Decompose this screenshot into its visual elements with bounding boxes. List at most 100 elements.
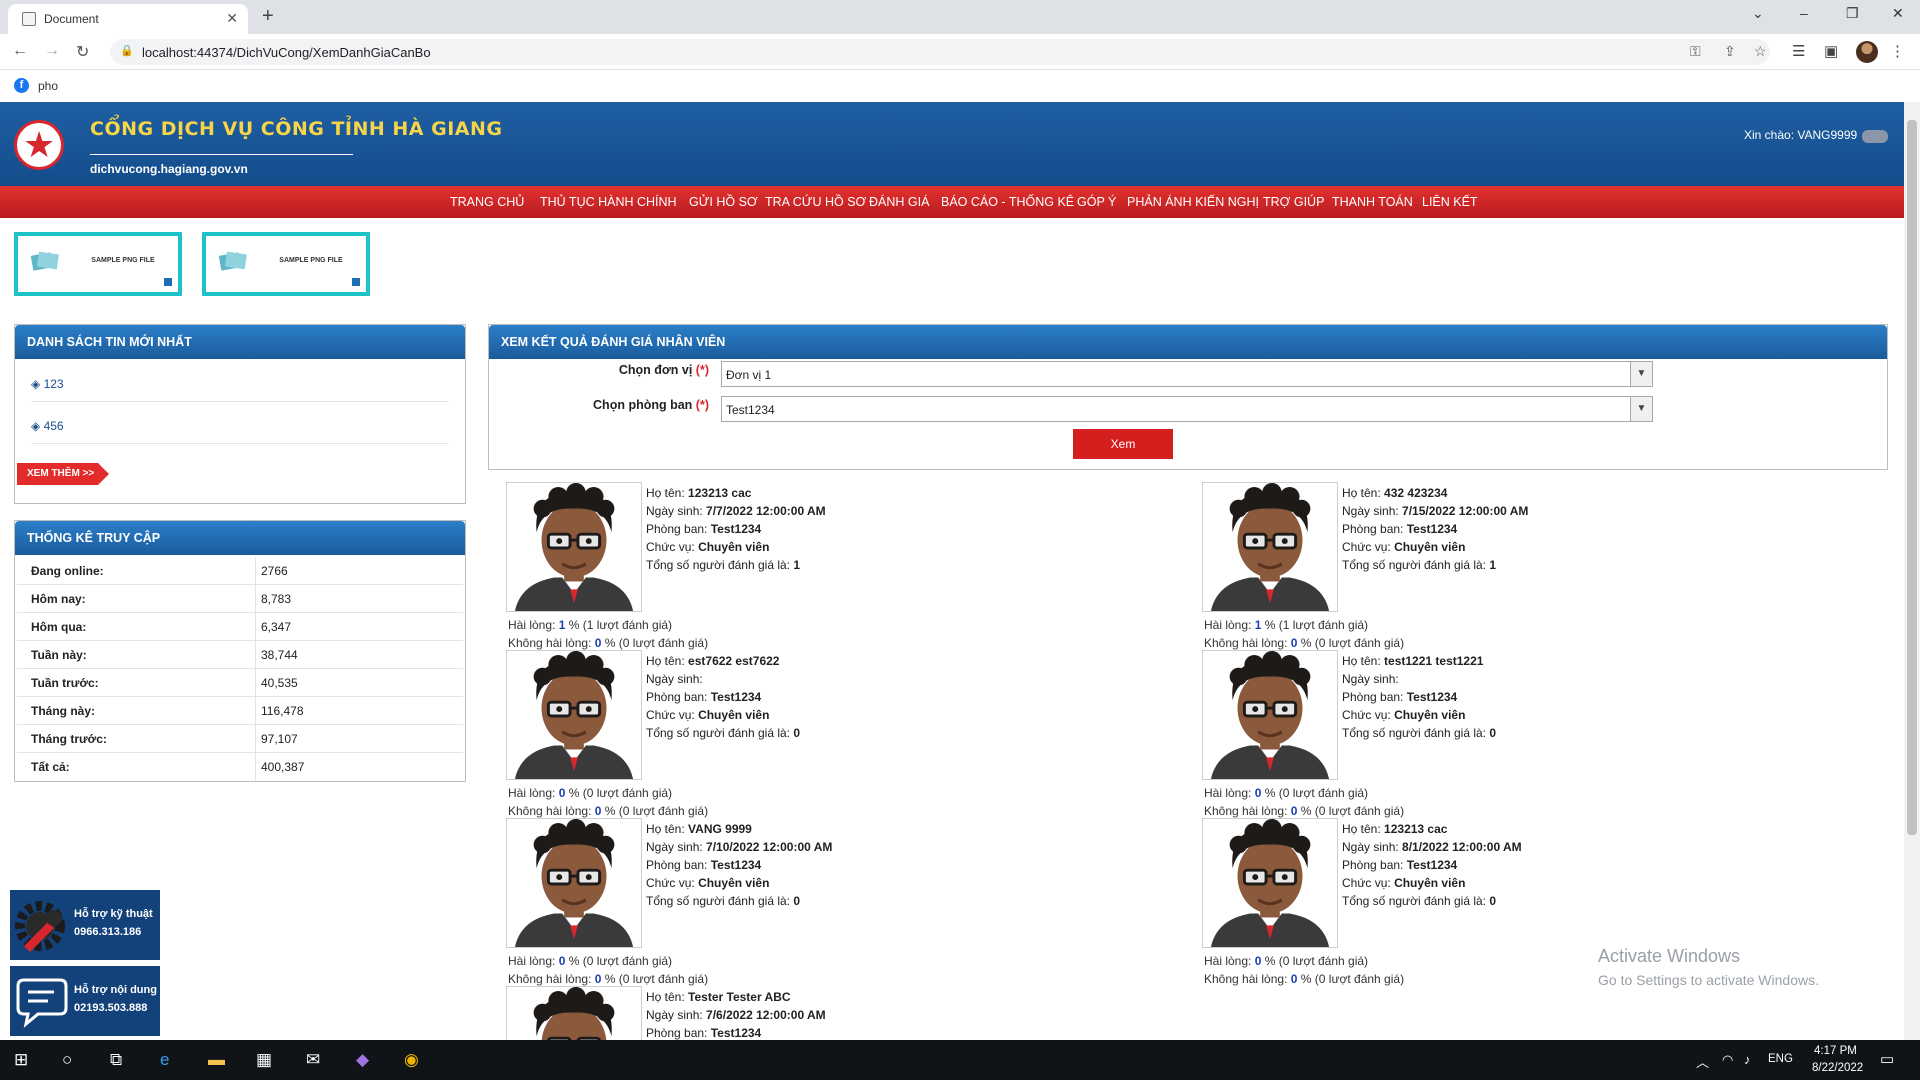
stats-label: Tuần này: [31,648,87,662]
view-button[interactable]: Xem [1073,429,1173,459]
employee-dob: 7/10/2022 12:00:00 AM [706,840,833,854]
name-label: Họ tên: [1342,654,1381,668]
windows-start-icon[interactable]: ⊞ [14,1050,28,1070]
banner-ad[interactable]: SAMPLE PNG FILE [202,232,370,296]
unsatisfied-rate: Không hài lòng: 0 % (0 lượt đánh giá) [508,636,708,650]
nav-item-procedures[interactable]: THỦ TỤC HÀNH CHÍNH [540,195,677,209]
tech-support-widget[interactable]: Hỗ trợ kỹ thuật 0966.313.186 [10,890,160,960]
name-label: Họ tên: [646,486,685,500]
news-item[interactable]: ◈ 123 [31,377,64,391]
new-tab-button[interactable]: + [262,5,274,28]
employee-name: 123213 cac [688,486,752,500]
dept-label: Phòng ban: [646,690,708,704]
tech-support-label: Hỗ trợ kỹ thuật [74,908,153,920]
reading-list-icon[interactable]: ☰ [1792,42,1805,60]
name-label: Họ tên: [646,654,685,668]
side-panel-icon[interactable]: ▣ [1824,42,1838,60]
tab-search-icon[interactable]: ⌄ [1752,5,1764,22]
menu-icon[interactable]: ⋮ [1890,42,1905,60]
employee-total: 0 [1489,894,1497,908]
divider [255,613,256,641]
window-close-icon[interactable]: ✕ [1892,5,1904,22]
unsatisfied-label: Không hài lòng: [1204,636,1288,650]
unsatisfied-detail: % (0 lượt đánh giá) [604,804,709,818]
divider [255,753,256,781]
unsatisfied-detail: % (0 lượt đánh giá) [604,636,709,650]
nav-item-lookup[interactable]: TRA CỨU HỒ SƠ [765,195,866,209]
store-icon[interactable]: ▦ [256,1050,272,1070]
edge-icon[interactable]: e [160,1050,169,1070]
stats-row: Đang online: 2766 [17,557,463,585]
employee-position: Chuyên viên [698,876,770,890]
share-icon[interactable]: ⇪ [1724,43,1736,60]
clock-date[interactable]: 8/22/2022 [1812,1062,1863,1074]
stats-value: 40,535 [261,676,298,690]
site-logo[interactable]: ★ [14,120,64,170]
restore-icon[interactable]: ❐ [1846,5,1859,22]
bookmark-item[interactable]: pho [38,79,58,93]
reload-icon[interactable]: ↻ [76,42,89,62]
volume-icon[interactable]: ♪ [1744,1052,1751,1067]
language-indicator[interactable]: ENG [1768,1053,1793,1065]
chrome-icon[interactable]: ◉ [404,1050,419,1070]
employee-info: Họ tên: 123213 cac Ngày sinh: 8/1/2022 1… [1342,820,1522,910]
visual-studio-icon[interactable]: ◆ [356,1050,369,1070]
nav-item-payment[interactable]: THANH TOÁN [1332,195,1413,209]
satisfied-detail: % (0 lượt đánh giá) [1264,954,1369,968]
user-menu-toggle[interactable] [1862,130,1888,143]
stats-row: Tháng này: 116,478 [17,697,463,725]
bookmark-star-icon[interactable]: ☆ [1754,43,1767,60]
dob-label: Ngày sinh: [1342,672,1399,686]
nav-item-reports[interactable]: BÁO CÁO - THỐNG KÊ [941,195,1074,209]
chevron-down-icon[interactable]: ▼ [1630,397,1652,421]
browser-tab-strip: Document ✕ + ⌄ – ❐ ✕ [0,0,1920,34]
file-explorer-icon[interactable]: ▬ [208,1050,225,1070]
mail-icon[interactable]: ✉ [306,1050,320,1070]
wifi-icon[interactable]: ◠ [1722,1052,1733,1068]
divider [31,443,449,444]
employee-name: Tester Tester ABC [688,990,791,1004]
satisfied-detail: % (1 lượt đánh giá) [568,618,673,632]
banner-ad[interactable]: SAMPLE PNG FILE [14,232,182,296]
tray-chevron-icon[interactable]: ︿ [1696,1052,1709,1071]
back-icon[interactable]: ← [12,42,28,60]
content-support-widget[interactable]: Hỗ trợ nội dung 02193.503.888 [10,966,160,1036]
nav-item-submit[interactable]: GỬI HỒ SƠ [689,195,758,209]
forward-icon[interactable]: → [44,42,60,60]
scrollbar-thumb[interactable] [1907,120,1917,835]
nav-item-help[interactable]: TRỢ GIÚP [1263,195,1324,209]
profile-avatar[interactable] [1856,41,1878,63]
clock-time[interactable]: 4:17 PM [1814,1045,1857,1057]
department-select[interactable]: Test1234 ▼ [721,396,1653,422]
nav-item-evaluate[interactable]: ĐÁNH GIÁ [869,195,929,209]
news-panel: DANH SÁCH TIN MỚI NHẤT ◈ 123 ◈ 456 XEM T… [14,324,466,504]
nav-item-feedback[interactable]: GÓP Ý [1077,195,1116,209]
site-domain: dichvucong.hagiang.gov.vn [90,162,248,176]
unsatisfied-pct: 0 [594,636,602,650]
unsatisfied-pct: 0 [1290,804,1298,818]
search-icon[interactable]: ○ [62,1050,72,1070]
notifications-icon[interactable]: ▭ [1880,1050,1894,1068]
nav-item-links[interactable]: LIÊN KẾT [1422,195,1478,209]
url-field[interactable]: 🔒 localhost:44374/DichVuCong/XemDanhGiaC… [110,39,1770,65]
lock-icon[interactable]: 🔒 [120,44,134,57]
nav-item-petition[interactable]: PHẢN ÁNH KIẾN NGHỊ [1127,195,1259,209]
divider [31,401,449,402]
total-label: Tổng số người đánh giá là: [1342,558,1486,572]
unit-select[interactable]: Đơn vị 1 ▼ [721,361,1653,387]
unsatisfied-rate: Không hài lòng: 0 % (0 lượt đánh giá) [508,972,708,986]
browser-tab[interactable]: Document ✕ [8,4,248,34]
close-tab-icon[interactable]: ✕ [226,10,238,27]
minimize-icon[interactable]: – [1800,5,1808,21]
stats-value: 8,783 [261,592,292,606]
key-icon[interactable]: ⚿ [1690,43,1701,60]
user-greeting[interactable]: Xin chào: VANG9999 [1744,128,1857,142]
news-item[interactable]: ◈ 456 [31,419,64,433]
stats-row: Hôm qua: 6,347 [17,613,463,641]
see-more-button[interactable]: XEM THÊM >> [17,463,109,485]
chevron-down-icon[interactable]: ▼ [1630,362,1652,386]
employee-dept: Test1234 [1406,690,1458,704]
task-view-icon[interactable]: ⧉ [110,1050,122,1070]
dept-label: Phòng ban: [1342,522,1404,536]
nav-item-home[interactable]: TRANG CHỦ [450,195,524,209]
